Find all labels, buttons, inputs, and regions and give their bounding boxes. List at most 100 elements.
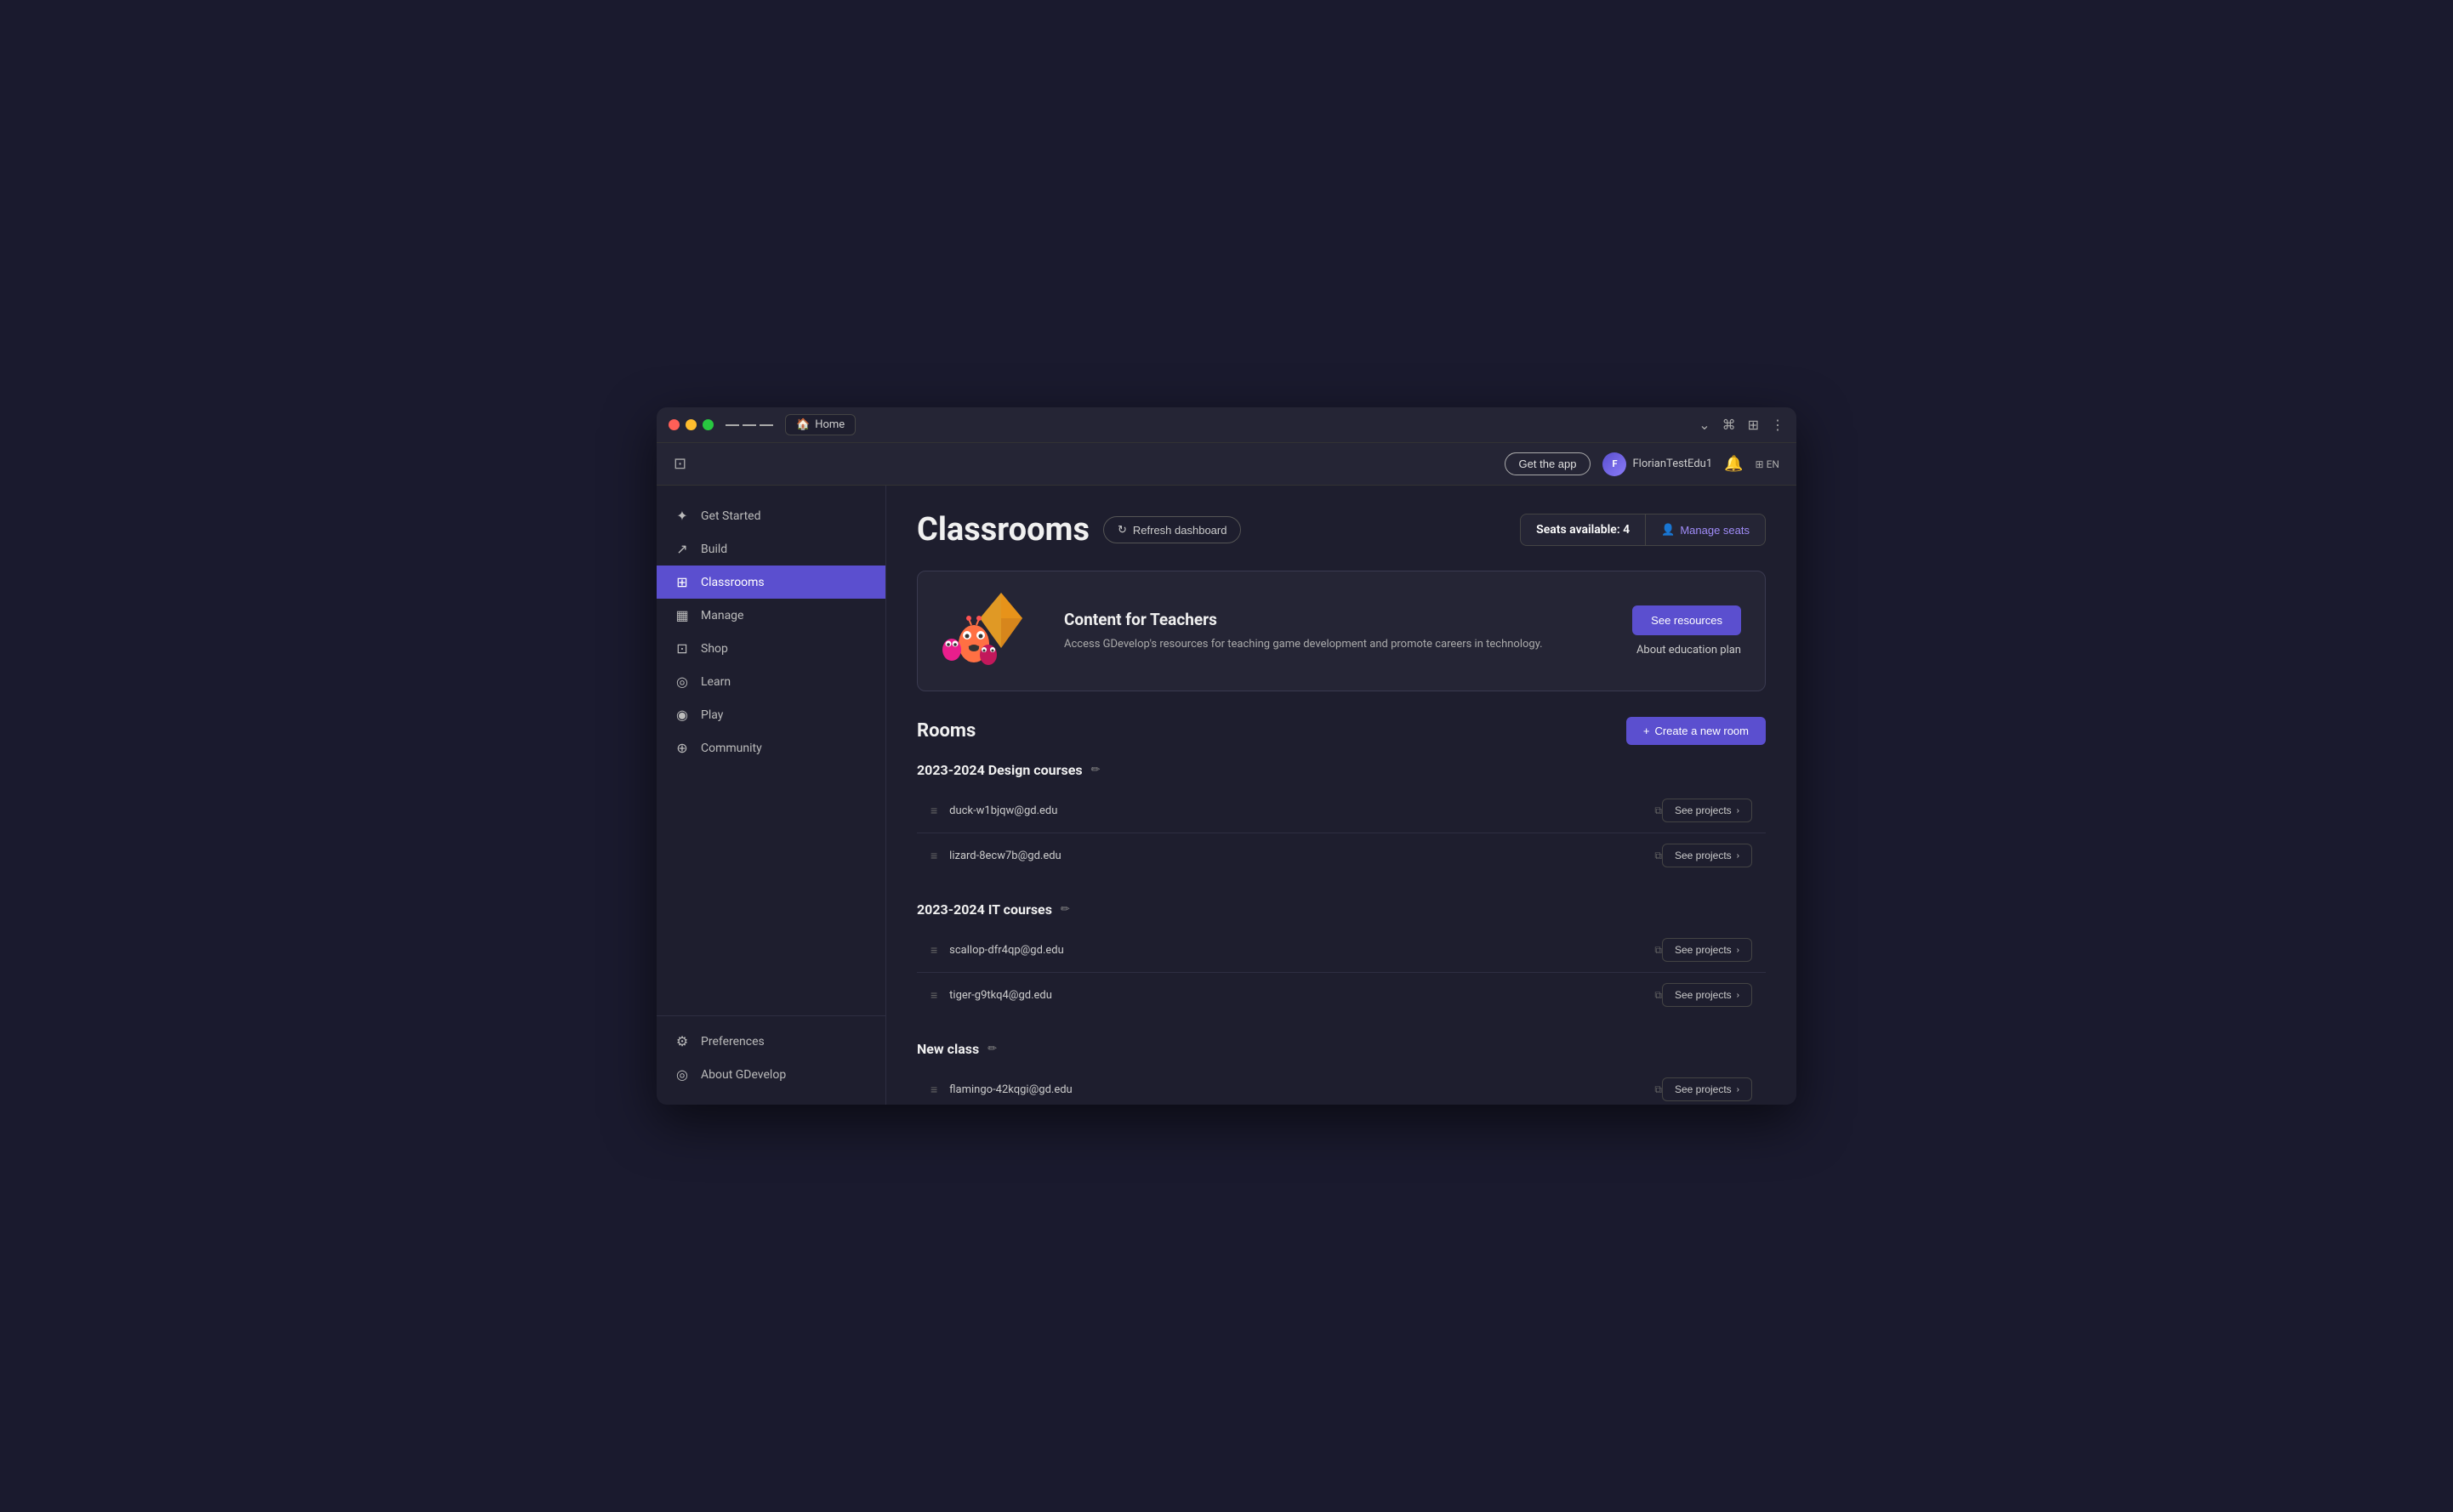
banner-illustration (942, 588, 1044, 674)
rooms-header: Rooms + Create a new room (917, 717, 1766, 745)
seats-text: Seats available: 4 (1521, 514, 1646, 545)
sidebar-bottom: ⚙ Preferences ◎ About GDevelop (657, 1015, 885, 1091)
notification-icon[interactable]: 🔔 (1724, 455, 1743, 473)
manage-seats-icon: 👤 (1661, 523, 1675, 537)
room-group-header-it: 2023-2024 IT courses ✏ (917, 901, 1766, 918)
sidebar-label-preferences: Preferences (701, 1035, 765, 1049)
see-resources-button[interactable]: See resources (1632, 605, 1741, 635)
see-projects-button[interactable]: See projects › (1662, 844, 1752, 867)
sidebar-item-manage[interactable]: ▦ Manage (657, 599, 885, 632)
see-projects-button[interactable]: See projects › (1662, 1077, 1752, 1101)
about-education-link[interactable]: About education plan (1636, 644, 1741, 657)
link-icon[interactable]: ⌘ (1722, 417, 1736, 433)
sidebar-item-community[interactable]: ⊕ Community (657, 731, 885, 765)
chevron-right-icon: › (1737, 806, 1739, 816)
dropdown-icon[interactable]: ⌄ (1699, 417, 1710, 433)
drag-handle-icon[interactable]: ≡ (931, 849, 937, 863)
room-item: ≡ scallop-dfr4qp@gd.edu ⧉ See projects › (917, 928, 1766, 973)
sidebar-toggle-icon[interactable]: ⊡ (674, 455, 686, 473)
room-email: duck-w1bjqw@gd.edu (949, 804, 1648, 817)
avatar: F (1602, 452, 1626, 476)
copy-email-icon[interactable]: ⧉ (1654, 1083, 1662, 1096)
room-group-design-courses: 2023-2024 Design courses ✏ ≡ duck-w1bjqw… (917, 762, 1766, 878)
see-projects-label: See projects (1675, 944, 1732, 956)
sidebar-label-build: Build (701, 543, 727, 556)
home-icon: 🏠 (796, 418, 810, 431)
learn-icon: ◎ (674, 674, 691, 690)
puzzle-icon[interactable]: ⊞ (1748, 417, 1759, 433)
sidebar-label-get-started: Get Started (701, 509, 761, 523)
titlebar: 🏠 Home ⌄ ⌘ ⊞ ⋮ (657, 407, 1796, 443)
room-group-title-it: 2023-2024 IT courses (917, 901, 1052, 918)
sidebar-item-build[interactable]: ↗ Build (657, 532, 885, 566)
copy-email-icon[interactable]: ⧉ (1654, 850, 1662, 862)
drag-handle-icon[interactable]: ≡ (931, 943, 937, 958)
room-group-it-courses: 2023-2024 IT courses ✏ ≡ scallop-dfr4qp@… (917, 901, 1766, 1017)
see-projects-label: See projects (1675, 1083, 1732, 1095)
banner-actions: See resources About education plan (1632, 605, 1741, 657)
create-new-room-button[interactable]: + Create a new room (1626, 717, 1766, 745)
copy-email-icon[interactable]: ⧉ (1654, 989, 1662, 1002)
page-title: Classrooms (917, 511, 1090, 549)
sidebar-item-get-started[interactable]: ✦ Get Started (657, 499, 885, 532)
get-app-button[interactable]: Get the app (1505, 452, 1591, 475)
drag-handle-icon[interactable]: ≡ (931, 988, 937, 1003)
drag-handle-icon[interactable]: ≡ (931, 804, 937, 818)
see-projects-button[interactable]: See projects › (1662, 983, 1752, 1007)
tab-label: Home (815, 418, 845, 431)
edit-room-name-new-icon[interactable]: ✏ (987, 1043, 997, 1055)
more-icon[interactable]: ⋮ (1771, 417, 1784, 433)
drag-handle-icon[interactable]: ≡ (931, 1083, 937, 1097)
hamburger-menu[interactable] (726, 424, 773, 426)
titlebar-right: ⌄ ⌘ ⊞ ⋮ (1699, 417, 1784, 433)
room-item: ≡ duck-w1bjqw@gd.edu ⧉ See projects › (917, 788, 1766, 833)
edit-room-name-it-icon[interactable]: ✏ (1061, 903, 1070, 916)
copy-email-icon[interactable]: ⧉ (1654, 804, 1662, 817)
lang-label: EN (1767, 458, 1779, 470)
user-info: F FlorianTestEdu1 (1602, 452, 1712, 476)
room-email: lizard-8ecw7b@gd.edu (949, 850, 1648, 862)
room-email: tiger-g9tkq4@gd.edu (949, 989, 1648, 1002)
edit-room-name-design-icon[interactable]: ✏ (1091, 764, 1101, 776)
sidebar-item-learn[interactable]: ◎ Learn (657, 665, 885, 698)
preferences-icon: ⚙ (674, 1033, 691, 1049)
see-projects-button[interactable]: See projects › (1662, 938, 1752, 962)
home-tab[interactable]: 🏠 Home (785, 414, 856, 435)
page-title-area: Classrooms ↻ Refresh dashboard (917, 511, 1241, 549)
manage-seats-button[interactable]: 👤 Manage seats (1646, 514, 1765, 545)
maximize-button[interactable] (703, 419, 714, 430)
minimize-button[interactable] (686, 419, 697, 430)
room-group-header-design: 2023-2024 Design courses ✏ (917, 762, 1766, 778)
sidebar-item-about[interactable]: ◎ About GDevelop (657, 1058, 885, 1091)
traffic-lights (669, 419, 714, 430)
refresh-label: Refresh dashboard (1133, 524, 1227, 537)
community-icon: ⊕ (674, 740, 691, 756)
sidebar-label-manage: Manage (701, 609, 743, 622)
teachers-banner: Content for Teachers Access GDevelop's r… (917, 571, 1766, 691)
banner-text: Content for Teachers Access GDevelop's r… (1064, 610, 1612, 653)
room-email: scallop-dfr4qp@gd.edu (949, 944, 1648, 957)
see-projects-button[interactable]: See projects › (1662, 799, 1752, 822)
manage-icon: ▦ (674, 607, 691, 623)
seats-area: Seats available: 4 👤 Manage seats (1520, 514, 1766, 546)
language-selector[interactable]: ⊞ EN (1756, 458, 1779, 470)
see-projects-label: See projects (1675, 989, 1732, 1001)
app-body: ✦ Get Started ↗ Build ⊞ Classrooms ▦ Man… (657, 486, 1796, 1105)
create-room-label: Create a new room (1654, 725, 1749, 737)
room-group-title-design: 2023-2024 Design courses (917, 762, 1083, 778)
sidebar-item-play[interactable]: ◉ Play (657, 698, 885, 731)
translate-icon: ⊞ (1756, 458, 1764, 470)
app-window: 🏠 Home ⌄ ⌘ ⊞ ⋮ ⊡ Get the app F FlorianTe… (657, 407, 1796, 1105)
plus-icon: + (1643, 725, 1650, 737)
sidebar: ✦ Get Started ↗ Build ⊞ Classrooms ▦ Man… (657, 486, 886, 1105)
refresh-dashboard-button[interactable]: ↻ Refresh dashboard (1103, 516, 1241, 543)
close-button[interactable] (669, 419, 680, 430)
sidebar-label-play: Play (701, 708, 723, 722)
topbar: ⊡ Get the app F FlorianTestEdu1 🔔 ⊞ EN (657, 443, 1796, 486)
copy-email-icon[interactable]: ⧉ (1654, 944, 1662, 957)
sidebar-item-classrooms[interactable]: ⊞ Classrooms (657, 566, 885, 599)
sidebar-item-shop[interactable]: ⊡ Shop (657, 632, 885, 665)
sidebar-item-preferences[interactable]: ⚙ Preferences (657, 1025, 885, 1058)
play-icon: ◉ (674, 707, 691, 723)
rooms-title: Rooms (917, 720, 976, 742)
